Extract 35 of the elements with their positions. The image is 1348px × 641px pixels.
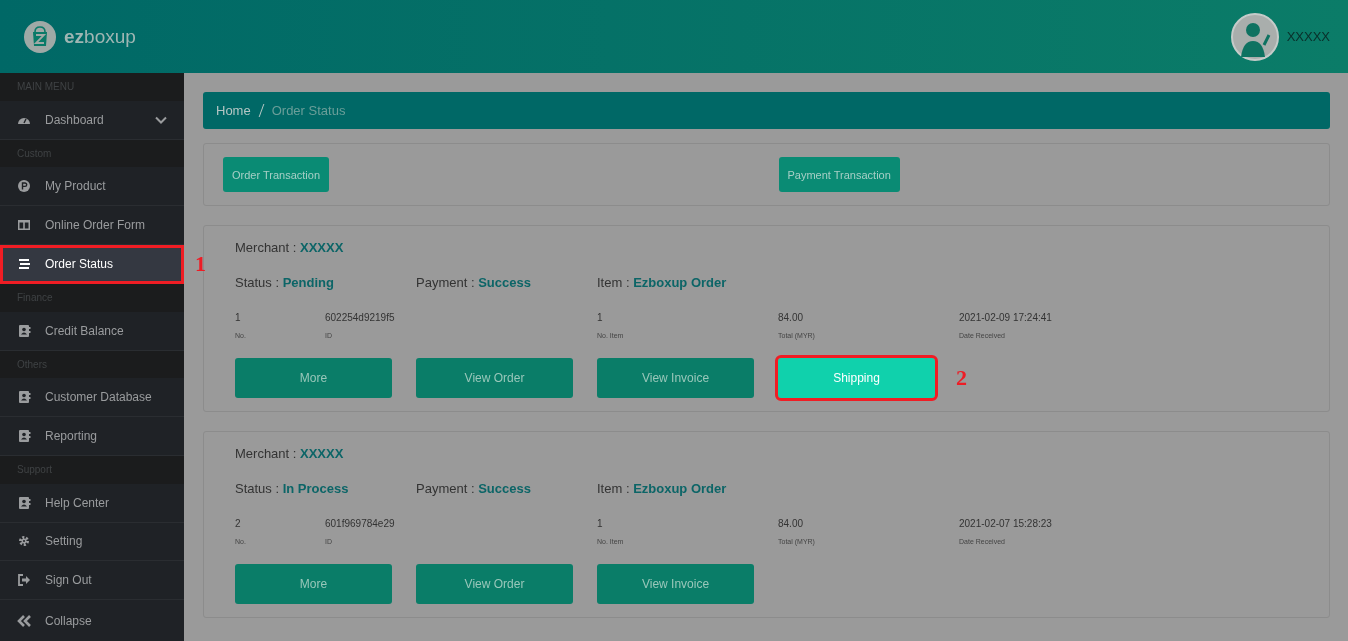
- coin-icon: [17, 179, 31, 194]
- field-value: 84.00: [778, 312, 805, 323]
- status-text: Status : In Process: [235, 481, 350, 496]
- field-value: 602254d9219f5: [325, 312, 396, 323]
- contact-book-icon: [17, 323, 31, 338]
- callout-number: 2: [956, 365, 967, 391]
- payment-text: Payment : Success: [416, 481, 532, 496]
- field-value: 84.00: [778, 518, 805, 529]
- logo-text: ezboxup: [64, 25, 136, 48]
- status-text: Status : Pending: [235, 275, 335, 290]
- logo-icon: [24, 20, 56, 53]
- field-value: 1: [597, 518, 604, 529]
- field-value: 601f969784e29: [325, 518, 396, 529]
- contact-book-icon: [17, 429, 31, 444]
- item-text: Item : Ezboxup Order: [597, 481, 728, 496]
- sign-out-icon: [17, 573, 31, 588]
- gear-icon: [17, 534, 31, 549]
- avatar-icon[interactable]: [1230, 12, 1279, 61]
- contact-book-icon: [17, 495, 31, 510]
- field-value: 2021-02-07 15:28:23: [959, 518, 1053, 529]
- field-value: 2: [235, 518, 242, 529]
- item-text: Item : Ezboxup Order: [597, 275, 728, 290]
- merchant-text: Merchant : XXXXX: [235, 240, 345, 255]
- double-chevron-left-icon: [17, 613, 31, 628]
- breadcrumb-link[interactable]: Home: [216, 103, 251, 118]
- columns-icon: [17, 218, 31, 233]
- field-value: 1: [235, 312, 242, 323]
- breadcrumb-current: Order Status: [271, 103, 346, 118]
- list-icon: [17, 256, 31, 271]
- callout-number: 1: [195, 250, 206, 277]
- field-value: 2021-02-09 17:24:41: [959, 312, 1053, 323]
- merchant-text: Merchant : XXXXX: [235, 446, 345, 461]
- field-value: 1: [597, 312, 604, 323]
- contact-book-icon: [17, 390, 31, 405]
- payment-text: Payment : Success: [416, 275, 532, 290]
